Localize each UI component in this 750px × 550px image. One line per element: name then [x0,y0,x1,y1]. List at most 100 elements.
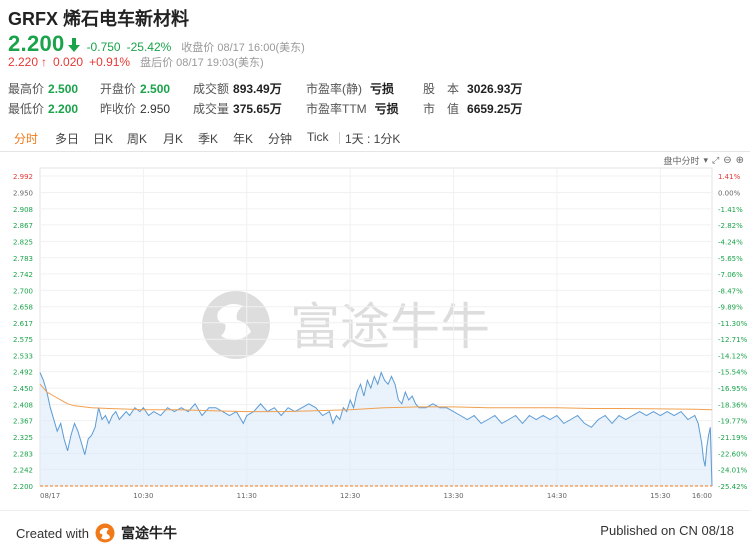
stat-value: 2.500 [140,82,171,96]
stat-label: 最低价 [8,102,45,116]
stat-shares: 股 本 3026.93万 [423,80,522,97]
y-tick-right: -9.89% [718,304,743,312]
y-tick-right: -15.54% [718,369,748,377]
y-tick-right: -8.47% [718,287,743,295]
stat-label: 成交额 [193,82,230,96]
y-tick-right: -16.95% [718,385,748,393]
stat-label: 市盈率(静) [306,82,362,96]
stat-volume: 成交量 375.65万 [193,100,282,117]
stat-label: 股 本 [423,82,460,96]
stat-value: 893.49万 [233,82,282,96]
price-row: 2.200 -0.750 -25.42% 收盘价 08/17 16:00(美东) [8,31,305,56]
stat-pe-ttm: 市盈率TTM 亏损 [306,100,399,117]
stat-value: 亏损 [374,102,399,116]
tab-divider [339,132,340,144]
y-tick-right: -21.19% [718,434,748,442]
tab-tick[interactable]: Tick [307,130,329,144]
stat-label: 最高价 [8,82,45,96]
x-axis: 08/17 10:30 11:30 12:30 13:30 14:30 15:30 16:00 [40,492,712,500]
after-hours-row: 2.220 ↑ 0.020 +0.91% 盘后价 08/17 19:03(美东) [8,54,264,70]
price-change: -0.750 [86,40,121,54]
x-tick-label: 13:30 [443,492,463,500]
stat-pe-static: 市盈率(静) 亏损 [306,80,394,97]
y-tick-left: 2.950 [13,189,33,197]
y-tick-left: 2.908 [13,206,33,214]
y-tick-right: 1.41% [718,173,741,181]
stat-prev-close: 昨收价 2.950 [100,100,170,117]
y-tick-right: -2.82% [718,222,743,230]
y-tick-right: -19.77% [718,418,748,426]
stat-open: 开盘价 2.500 [100,80,170,97]
created-label: Created with [16,525,89,541]
tab-intraday[interactable]: 分时 [14,130,38,147]
tab-multi-day[interactable]: 多日 [55,130,79,147]
stat-label: 成交量 [193,102,230,116]
tab-yearly-k[interactable]: 年K [233,130,253,147]
y-axis-left: 2.992 2.950 2.908 2.867 2.825 2.783 2.742 2.700… [13,173,33,491]
y-tick-right: -4.24% [718,238,743,246]
stat-market-cap: 市 值 6659.25万 [423,100,522,117]
stat-value: 375.65万 [233,102,282,116]
footer-brand: 富途牛牛 [120,525,177,541]
y-tick-left: 2.700 [13,287,33,295]
stat-value: 2.500 [48,82,79,96]
y-tick-right: -11.30% [718,320,748,328]
chart-svg: 富途牛牛 2.992 2.950 2.908 2.867 2.825 2.783 2.742… [13,167,748,500]
tab-weekly-k[interactable]: 周K [127,130,147,147]
x-tick-label: 15:30 [650,492,670,500]
stat-value: 6659.25万 [467,102,523,116]
stat-value: 亏损 [370,82,395,96]
y-tick-right: -24.01% [718,467,748,475]
tab-minute[interactable]: 分钟 [268,130,292,147]
y-tick-left: 2.783 [13,255,33,263]
y-tick-left: 2.533 [13,353,33,361]
stat-label: 开盘价 [100,82,137,96]
x-tick-label: 08/17 [40,492,60,500]
close-time-label: 收盘价 08/17 16:00(美东) [181,42,305,54]
x-tick-label: 12:30 [340,492,360,500]
intraday-chart: 盘中分时 ▾ ⤢ ⊖ ⊕ 富途牛牛 2.992 2.950 2.908 2.867 2.… [0,152,750,500]
y-tick-left: 2.200 [13,483,33,491]
y-tick-right: -25.42% [718,483,748,491]
plot-area [39,371,713,487]
stat-low: 最低价 2.200 [8,100,78,117]
stock-title: GRFX 烯石电车新材料 [8,9,190,29]
tab-monthly-k[interactable]: 月K [163,130,183,147]
arrow-down-icon [67,37,81,53]
y-tick-left: 2.658 [13,304,33,312]
stat-label: 昨收价 [100,102,137,116]
y-tick-left: 2.283 [13,451,33,459]
y-tick-left: 2.450 [13,385,33,393]
after-hours-change: 0.020 [53,55,84,69]
after-hours-change-pct: +0.91% [89,55,131,69]
y-tick-left: 2.408 [13,402,33,410]
x-tick-label: 14:30 [547,492,567,500]
stat-value: 3026.93万 [467,82,523,96]
y-tick-left: 2.492 [13,369,33,377]
y-tick-right: -22.60% [718,451,748,459]
y-tick-right: -5.65% [718,255,743,263]
after-hours-price: 2.220 [8,55,39,69]
y-tick-left: 2.242 [13,467,33,475]
stat-turnover: 成交额 893.49万 [193,80,282,97]
x-tick-label: 11:30 [237,492,257,500]
y-axis-right: 1.41% 0.00% -1.41% -2.82% -4.24% -5.65% -7.06%… [718,173,748,491]
stats-panel: 最高价 2.500 开盘价 2.500 成交额 893.49万 市盈率(静) 亏损 股 … [8,80,568,120]
price-change-pct: -25.42% [126,40,172,54]
y-tick-left: 2.325 [13,434,33,442]
period-selector[interactable]: 1天 : 1分K [345,130,400,147]
y-tick-right: -14.12% [718,353,748,361]
published-label: Published on CN 08/18 [600,523,734,538]
y-tick-right: -12.71% [718,336,748,344]
y-tick-right: -7.06% [718,271,743,279]
x-tick-label: 16:00 [692,492,712,500]
y-tick-left: 2.992 [13,173,33,181]
tab-daily-k[interactable]: 日K [93,130,113,147]
stat-label: 市盈率TTM [306,102,367,116]
created-with: Created with 富途牛牛 [16,523,177,543]
after-hours-time-label: 盘后价 08/17 19:03(美东) [140,57,264,69]
stat-value: 2.200 [48,102,79,116]
y-tick-right: -18.36% [718,402,748,410]
y-tick-left: 2.742 [13,271,33,279]
tab-quarterly-k[interactable]: 季K [198,130,218,147]
